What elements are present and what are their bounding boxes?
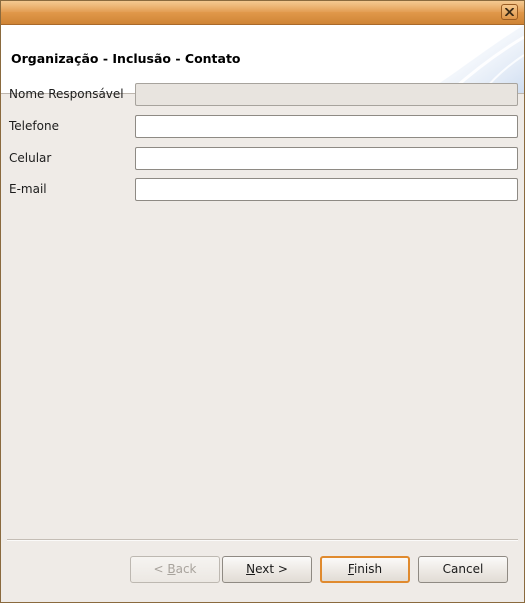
email-field[interactable] — [135, 178, 518, 201]
telefone-field[interactable] — [135, 115, 518, 138]
finish-button[interactable]: Finish — [320, 556, 410, 583]
nome-responsavel-label: Nome Responsável — [9, 87, 124, 101]
wizard-dialog: Organização - Inclusão - Contato Nome Re… — [0, 0, 525, 603]
cancel-button[interactable]: Cancel — [418, 556, 508, 583]
celular-field[interactable] — [135, 147, 518, 170]
title-bar[interactable] — [1, 1, 524, 25]
close-button[interactable] — [501, 4, 518, 20]
field-row-telefone: Telefone — [1, 115, 524, 139]
close-icon — [505, 8, 514, 16]
telefone-label: Telefone — [9, 119, 59, 133]
email-label: E-mail — [9, 182, 47, 196]
field-row-celular: Celular — [1, 147, 524, 171]
celular-label: Celular — [9, 151, 52, 165]
footer-separator — [7, 539, 518, 541]
next-button[interactable]: Next > — [222, 556, 312, 583]
nome-responsavel-field[interactable] — [135, 83, 518, 106]
back-button[interactable]: < Back — [130, 556, 220, 583]
field-row-email: E-mail — [1, 178, 524, 202]
field-row-nome-responsavel: Nome Responsável — [1, 83, 524, 107]
title-bar-sheen — [1, 1, 524, 12]
page-title: Organização - Inclusão - Contato — [11, 51, 241, 66]
